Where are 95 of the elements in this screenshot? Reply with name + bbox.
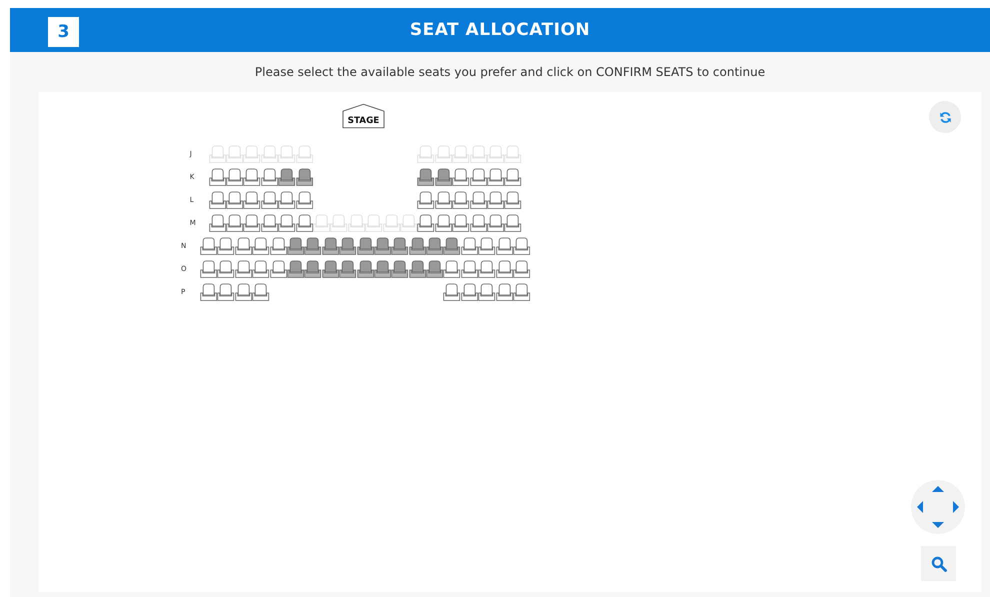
seat-icon[interactable] <box>226 214 244 232</box>
seat-icon[interactable] <box>208 214 226 232</box>
seat-icon[interactable] <box>478 283 496 301</box>
seat-icon[interactable] <box>200 283 218 301</box>
seat-icon[interactable] <box>296 214 314 232</box>
seat-icon[interactable] <box>252 283 270 301</box>
seat-icon[interactable] <box>243 191 261 209</box>
seat-icon[interactable] <box>434 168 452 186</box>
seat-icon[interactable] <box>322 237 340 255</box>
seat-icon[interactable] <box>504 214 522 232</box>
refresh-icon <box>938 110 952 124</box>
stage-marker: STAGE <box>342 103 385 129</box>
seat-icon[interactable] <box>460 260 478 278</box>
seat-icon[interactable] <box>356 260 374 278</box>
page-title: SEAT ALLOCATION <box>410 20 590 40</box>
seat-icon[interactable] <box>234 283 252 301</box>
down-arrow-icon[interactable] <box>932 522 944 528</box>
seat-icon[interactable] <box>470 168 487 186</box>
seat-icon[interactable] <box>260 214 278 232</box>
seat-icon[interactable] <box>460 237 478 255</box>
seat-icon[interactable] <box>434 214 452 232</box>
seat-icon[interactable] <box>408 237 426 255</box>
seat-icon[interactable] <box>322 260 340 278</box>
seat-icon[interactable] <box>252 237 270 255</box>
seat-icon[interactable] <box>417 168 435 186</box>
seat-icon[interactable] <box>478 237 496 255</box>
seat-icon[interactable] <box>443 283 461 301</box>
seat-icon[interactable] <box>208 191 226 209</box>
seat-icon[interactable] <box>478 260 496 278</box>
seat-icon[interactable] <box>226 168 244 186</box>
seat-icon[interactable] <box>260 191 278 209</box>
seat-icon[interactable] <box>391 237 409 255</box>
seat-icon[interactable] <box>286 237 304 255</box>
seat-icon[interactable] <box>226 191 244 209</box>
seat-icon[interactable] <box>374 260 392 278</box>
seat-icon[interactable] <box>426 260 444 278</box>
seat-icon[interactable] <box>278 214 296 232</box>
seat-icon[interactable] <box>504 191 522 209</box>
seat-icon[interactable] <box>286 260 304 278</box>
seat-icon[interactable] <box>408 260 426 278</box>
seat-icon[interactable] <box>339 237 357 255</box>
seat-icon[interactable] <box>417 214 435 232</box>
seat-icon[interactable] <box>243 168 261 186</box>
search-icon <box>930 556 946 572</box>
up-arrow-icon[interactable] <box>932 486 944 492</box>
refresh-button[interactable] <box>929 101 961 133</box>
seat-icon[interactable] <box>217 283 235 301</box>
seat-icon[interactable] <box>252 260 270 278</box>
seat-icon[interactable] <box>513 237 530 255</box>
seat-icon[interactable] <box>278 191 296 209</box>
seat-icon[interactable] <box>304 237 322 255</box>
seat-icon[interactable] <box>452 168 470 186</box>
seat-icon[interactable] <box>434 191 452 209</box>
seat-icon[interactable] <box>496 237 514 255</box>
seat-icon[interactable] <box>208 168 226 186</box>
seat-icon[interactable] <box>234 260 252 278</box>
seat-icon[interactable] <box>304 260 322 278</box>
seat-icon[interactable] <box>452 214 470 232</box>
seat-icon[interactable] <box>513 260 530 278</box>
seat-icon[interactable] <box>486 191 504 209</box>
seat-icon[interactable] <box>513 283 530 301</box>
zoom-button[interactable] <box>921 546 956 581</box>
instruction-text: Please select the available seats you prefer and click on CONFIRM SEATS to continue <box>254 64 766 81</box>
right-arrow-icon[interactable] <box>953 501 959 513</box>
seat-icon[interactable] <box>391 260 409 278</box>
seat-icon[interactable] <box>443 237 461 255</box>
left-arrow-icon[interactable] <box>917 501 923 513</box>
seat-icon[interactable] <box>470 214 487 232</box>
seat-icon[interactable] <box>296 168 314 186</box>
seat-icon[interactable] <box>217 237 235 255</box>
seat-icon[interactable] <box>452 191 470 209</box>
seat-icon[interactable] <box>496 283 514 301</box>
seat-icon[interactable] <box>278 168 296 186</box>
seat-icon[interactable] <box>243 214 261 232</box>
seat-icon[interactable] <box>217 260 235 278</box>
seat-icon[interactable] <box>496 260 514 278</box>
seat-icon[interactable] <box>200 260 218 278</box>
seat-icon[interactable] <box>356 237 374 255</box>
step-number: 3 <box>48 17 79 47</box>
seat-icon[interactable] <box>200 237 218 255</box>
seat-icon[interactable] <box>296 191 314 209</box>
seat-icon[interactable] <box>417 191 435 209</box>
seat-icon[interactable] <box>486 214 504 232</box>
seat-icon[interactable] <box>339 260 357 278</box>
seat-icon[interactable] <box>486 168 504 186</box>
seat-icon[interactable] <box>234 237 252 255</box>
seat-icon[interactable] <box>270 260 287 278</box>
seat-icon[interactable] <box>374 237 392 255</box>
seat-icon[interactable] <box>270 237 287 255</box>
seat-icon[interactable] <box>460 283 478 301</box>
seat-icon[interactable] <box>504 168 522 186</box>
seat-icon[interactable] <box>443 260 461 278</box>
seat-icon[interactable] <box>426 237 444 255</box>
seat-icon[interactable] <box>470 191 487 209</box>
seat-icon[interactable] <box>260 168 278 186</box>
